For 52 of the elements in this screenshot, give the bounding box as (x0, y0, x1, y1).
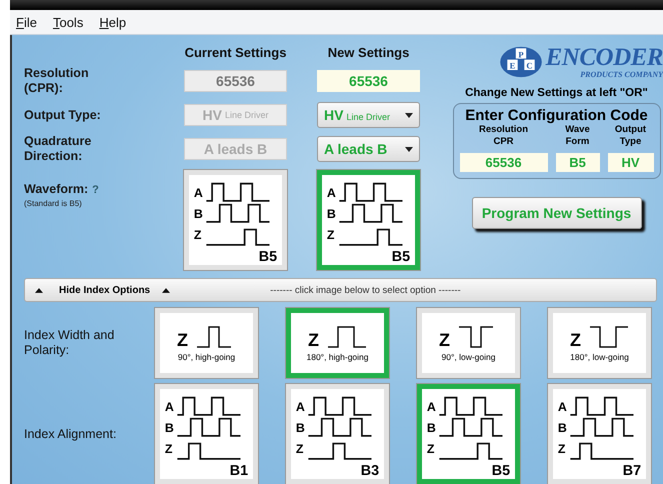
option-caption: 90°, high-going (178, 352, 236, 362)
option-caption: 180°, high-going (306, 352, 368, 362)
pulse-drawing: Z (308, 324, 368, 350)
column-heading: Current Settings (184, 45, 287, 60)
toggle-label[interactable]: Hide Index Options (59, 284, 150, 296)
column-heading: New Settings (326, 45, 410, 60)
index-alignment-option[interactable]: A B Z B3 (286, 384, 389, 484)
field-label: Wave Form (564, 124, 591, 149)
row-label: Output Type: (24, 108, 102, 122)
index-width-option[interactable]: Z 180°, high-going (286, 308, 389, 378)
hint-text: ------- click image below to select option ------- (270, 284, 461, 296)
help-icon[interactable]: ? (92, 184, 99, 196)
option-caption: 180°, low-going (570, 352, 629, 362)
collapse-icon (162, 288, 170, 292)
menu-item[interactable]: File (16, 14, 37, 30)
logo-drawing: P E C (498, 45, 544, 79)
pulse-drawing: Z (570, 324, 630, 350)
field-label: Output Type (614, 124, 648, 149)
row-label: Quadrature Direction: (24, 134, 92, 164)
current-value-field: HV Line Driver (184, 104, 287, 126)
caret-icon (405, 146, 413, 152)
waveform-drawing: A B Z B5 (324, 176, 414, 264)
index-options-bar[interactable]: Hide Index Options ------- click image below to select option ------- (24, 278, 657, 302)
current-value-field: 65536 (184, 70, 287, 92)
waveform-card[interactable]: A B Z B5 (317, 170, 420, 270)
menu-item[interactable]: Tools (52, 14, 84, 30)
pulse-drawing: Z (176, 324, 236, 350)
index-alignment-option[interactable]: A B Z B1 (155, 384, 258, 484)
waveform-drawing: A B Z B3 (292, 390, 382, 478)
index-alignment-option[interactable]: A B Z B5 (417, 384, 520, 484)
waveform-drawing: A B Z B5 (424, 390, 514, 478)
waveform-drawing: A B Z B5 (190, 176, 280, 264)
waveform-drawing: A B Z B1 (162, 390, 252, 478)
field-label: Resolution CPR (478, 124, 530, 149)
panel-title: Enter Configuration Code (465, 107, 648, 124)
option-caption: 90°, low-going (442, 352, 496, 362)
caret-icon (405, 112, 413, 118)
current-value-field: A leads B (184, 138, 287, 160)
row-label: Index Width and Polarity: (24, 328, 116, 358)
row-label: Resolution (CPR): (24, 66, 90, 96)
logo-text: ENCODER (546, 46, 663, 70)
index-width-option[interactable]: Z 90°, low-going (417, 308, 520, 378)
index-alignment-option[interactable]: A B Z B7 (548, 384, 651, 484)
index-width-option[interactable]: Z 90°, high-going (155, 308, 258, 378)
note-text: (Standard is B5) (24, 199, 83, 208)
index-width-option[interactable]: Z 180°, low-going (548, 308, 651, 378)
row-label: Waveform: (24, 182, 88, 197)
waveform-drawing: A B Z B7 (554, 390, 644, 478)
menu-item[interactable]: Help (99, 14, 126, 30)
row-label: Index Alignment: (24, 426, 118, 442)
instruction-text: Change New Settings at left "OR" (465, 87, 648, 99)
pulse-drawing: Z (438, 324, 498, 350)
